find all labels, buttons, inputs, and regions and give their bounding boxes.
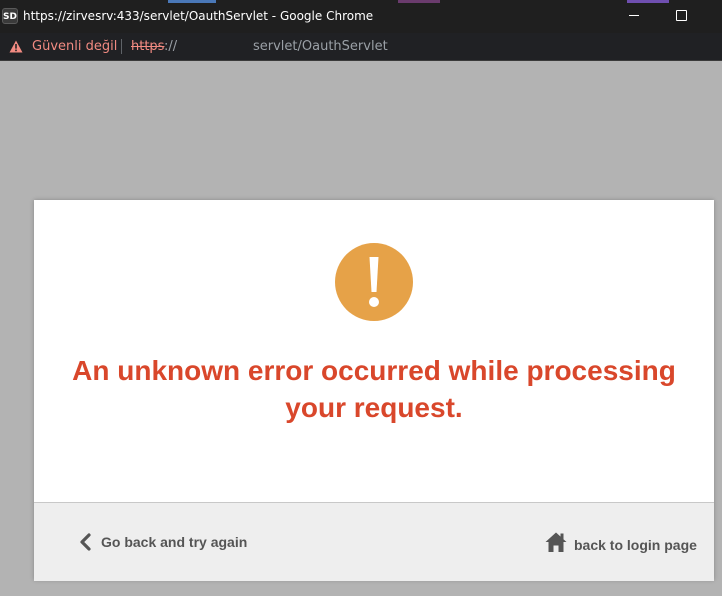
address-bar[interactable]: Güvenli değil https :// servlet/OauthSer… xyxy=(0,33,722,61)
minimize-button[interactable] xyxy=(624,4,646,26)
url-separator[interactable]: :// xyxy=(164,39,177,54)
chevron-left-icon xyxy=(80,533,91,551)
window-titlebar: SD https://zirvesrv:433/servlet/OauthSer… xyxy=(0,0,722,33)
warning-triangle-icon[interactable] xyxy=(9,40,23,53)
back-to-login-label: back to login page xyxy=(574,537,697,553)
error-message: An unknown error occurred while processi… xyxy=(72,355,676,423)
taskbar-thumbnail-strip xyxy=(627,0,669,3)
dialog-footer: Go back and try again back to login page xyxy=(34,502,714,581)
url-path[interactable]: servlet/OauthServlet xyxy=(253,39,388,54)
window-title: https://zirvesrv:433/servlet/OauthServle… xyxy=(23,9,374,23)
back-to-login-link[interactable]: back to login page xyxy=(545,531,697,555)
maximize-button[interactable] xyxy=(670,4,692,26)
url-scheme[interactable]: https xyxy=(131,39,164,54)
address-divider xyxy=(121,39,122,54)
exclamation-circle-icon xyxy=(335,243,413,321)
home-icon xyxy=(545,532,567,552)
taskbar-thumbnail-strip xyxy=(398,0,440,3)
app-icon: SD xyxy=(2,8,18,24)
error-dialog: An unknown error occurred while processi… xyxy=(34,200,714,581)
security-status-label[interactable]: Güvenli değil xyxy=(32,39,117,54)
taskbar-thumbnail-strip xyxy=(168,0,216,3)
go-back-label: Go back and try again xyxy=(101,534,248,550)
